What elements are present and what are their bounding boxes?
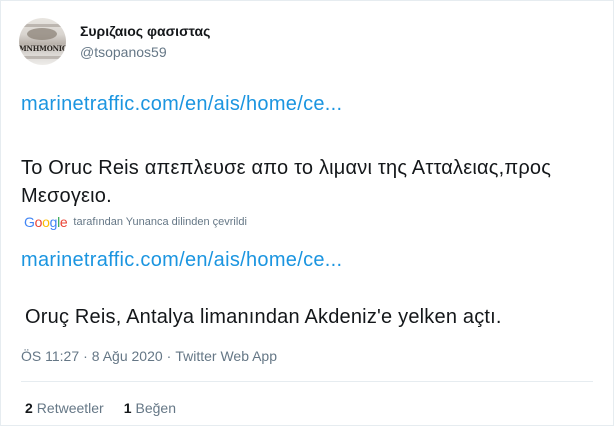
tweet-source[interactable]: Twitter Web App (175, 348, 277, 364)
avatar-shape (27, 28, 57, 40)
tweet-time[interactable]: ÖS 11:27 (21, 348, 79, 364)
author-handle[interactable]: @tsopanos59 (80, 43, 210, 61)
avatar-text: MNHMONIC (19, 44, 66, 53)
translation-note: tarafından Yunanca dilinden çevrildi (73, 216, 247, 228)
avatar-stripe (19, 24, 66, 27)
retweets-label: Retweetler (36, 400, 104, 416)
retweets-stat[interactable]: 2 Retweetler (25, 400, 104, 416)
author-display-name[interactable]: Συριζαιος φασιστας (80, 22, 210, 40)
tweet-meta: ÖS 11:27 · 8 Ağu 2020 · Twitter Web App (21, 348, 277, 364)
likes-count: 1 (123, 400, 132, 416)
tweet-header: MNHMONIC Συριζαιος φασιστας @tsopanos59 (19, 18, 210, 65)
tweet-link-translated[interactable]: marinetraffic.com/en/ais/home/ce... (21, 249, 342, 272)
tweet-text-original: Το Oruc Reis απεπλευσε απο το λιμανι της… (21, 157, 552, 207)
meta-separator: · (166, 348, 172, 364)
author-names: Συριζαιος φασιστας @tsopanos59 (80, 22, 210, 61)
tweet-card: MNHMONIC Συριζαιος φασιστας @tsopanos59 … (0, 0, 614, 426)
avatar[interactable]: MNHMONIC (19, 18, 66, 65)
avatar-stripe (19, 56, 66, 59)
tweet-link-original[interactable]: marinetraffic.com/en/ais/home/ce... (21, 93, 342, 116)
divider (21, 381, 593, 382)
tweet-stats: 2 Retweetler 1 Beğen (25, 400, 196, 416)
retweets-count: 2 (25, 400, 33, 416)
likes-stat[interactable]: 1 Beğen (124, 400, 176, 416)
google-logo: Google (24, 214, 68, 230)
tweet-text-translated: Oruç Reis, Antalya limanından Akdeniz'e … (25, 306, 502, 328)
translation-attribution: Google tarafından Yunanca dilinden çevri… (24, 214, 247, 230)
tweet-date[interactable]: 8 Ağu 2020 (92, 348, 163, 364)
likes-label: Beğen (135, 400, 176, 416)
meta-separator: · (83, 348, 88, 364)
